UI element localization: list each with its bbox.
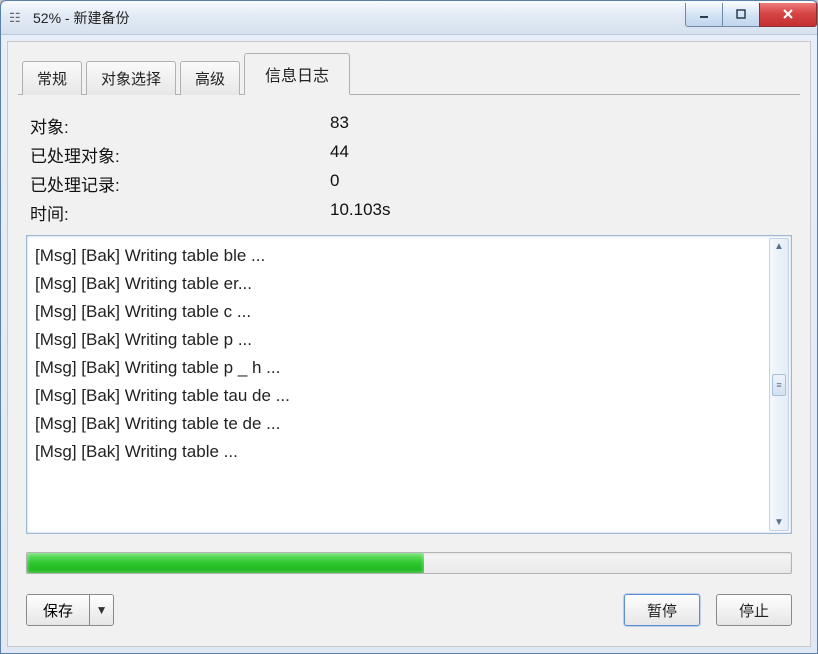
- scroll-down-icon[interactable]: ▼: [774, 517, 784, 528]
- tab-advanced[interactable]: 高级: [180, 61, 240, 95]
- tab-bar: 常规 对象选择 高级 信息日志: [18, 52, 800, 95]
- stat-value-objects: 83: [330, 113, 788, 138]
- stats-grid: 对象: 83 已处理对象: 44 已处理记录: 0 时间: 10.103s: [26, 113, 792, 235]
- log-box: [Msg] [Bak] Writing table ble ... [Msg] …: [26, 235, 792, 534]
- stop-button[interactable]: 停止: [716, 594, 792, 626]
- stat-value-processed-records: 0: [330, 171, 788, 196]
- log-lines: [Msg] [Bak] Writing table ble ... [Msg] …: [35, 242, 785, 466]
- scroll-thumb[interactable]: ≡: [772, 374, 786, 396]
- stat-label-objects: 对象:: [30, 113, 330, 138]
- progress-fill: [27, 553, 424, 573]
- stat-label-processed-records: 已处理记录:: [30, 171, 330, 196]
- maximize-button[interactable]: [722, 3, 760, 27]
- tab-message-log[interactable]: 信息日志: [244, 53, 350, 95]
- save-split-button: 保存 ▼: [26, 594, 114, 626]
- maximize-icon: [735, 8, 747, 20]
- minimize-button[interactable]: [685, 3, 723, 27]
- log-line: [Msg] [Bak] Writing table ble ...: [35, 242, 785, 270]
- window-title: 52% - 新建备份: [33, 8, 686, 28]
- bottom-bar: 保存 ▼ 暂停 停止: [26, 594, 792, 626]
- close-button[interactable]: [759, 3, 817, 27]
- app-icon: ☷: [9, 10, 27, 26]
- stat-value-processed-objects: 44: [330, 142, 788, 167]
- stat-label-processed-objects: 已处理对象:: [30, 142, 330, 167]
- log-line: [Msg] [Bak] Writing table ...: [35, 438, 785, 466]
- window-controls: [686, 3, 817, 27]
- pause-button[interactable]: 暂停: [624, 594, 700, 626]
- titlebar[interactable]: ☷ 52% - 新建备份: [1, 1, 817, 35]
- client-area: 常规 对象选择 高级 信息日志 对象: 83 已处理对象: 44 已处理记录: …: [7, 41, 811, 647]
- progress-bar: [26, 552, 792, 574]
- stat-value-time: 10.103s: [330, 200, 788, 225]
- tab-body: 对象: 83 已处理对象: 44 已处理记录: 0 时间: 10.103s [M…: [18, 95, 800, 632]
- log-line: [Msg] [Bak] Writing table c ...: [35, 298, 785, 326]
- stat-label-time: 时间:: [30, 200, 330, 225]
- scroll-up-icon[interactable]: ▲: [774, 241, 784, 252]
- close-icon: [781, 7, 795, 21]
- tab-general[interactable]: 常规: [22, 61, 82, 95]
- tab-object-select[interactable]: 对象选择: [86, 61, 176, 95]
- log-line: [Msg] [Bak] Writing table er...: [35, 270, 785, 298]
- app-window: ☷ 52% - 新建备份 常规 对象选择 高级 信息日志 对象: 83 已: [0, 0, 818, 654]
- log-line: [Msg] [Bak] Writing table p _ h ...: [35, 354, 785, 382]
- log-scrollbar[interactable]: ▲ ≡ ▼: [769, 238, 789, 531]
- log-line: [Msg] [Bak] Writing table te de ...: [35, 410, 785, 438]
- save-button[interactable]: 保存: [27, 595, 89, 625]
- minimize-icon: [698, 8, 710, 20]
- save-dropdown-button[interactable]: ▼: [89, 595, 113, 625]
- chevron-down-icon: ▼: [96, 603, 108, 617]
- log-line: [Msg] [Bak] Writing table tau de ...: [35, 382, 785, 410]
- log-line: [Msg] [Bak] Writing table p ...: [35, 326, 785, 354]
